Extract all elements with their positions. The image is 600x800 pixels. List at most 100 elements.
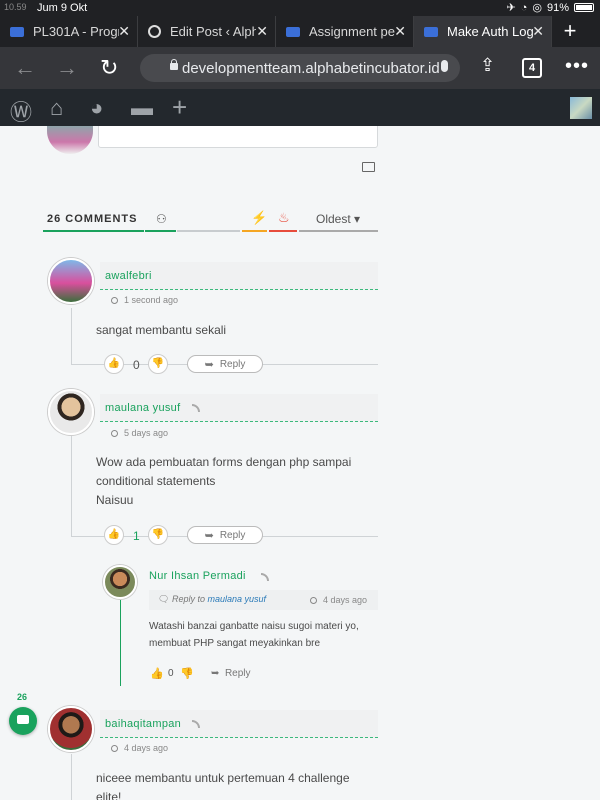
vote-count: 0 — [133, 358, 140, 372]
reload-icon[interactable]: ↻ — [100, 55, 118, 81]
rss-icon — [192, 720, 200, 728]
location-icon: ◎ — [532, 2, 542, 14]
plus-icon[interactable]: + — [172, 92, 187, 123]
reply-button[interactable]: ➥ Reply — [211, 668, 251, 679]
comment-text: Wow ada pembuatan forms dengan php sampa… — [96, 453, 351, 510]
reply-arrow-icon: ➥ — [204, 529, 214, 542]
text-line: Naisuu — [96, 493, 134, 507]
battery-icon — [574, 3, 594, 12]
share-icon[interactable]: ⇪ — [480, 55, 495, 76]
text-line: conditional statements — [96, 474, 216, 488]
comment-icon[interactable]: ▬ — [131, 95, 153, 121]
tab-strip: PL301A - Progra ✕ Edit Post ‹ Alpha ✕ As… — [0, 16, 600, 47]
close-icon[interactable]: ✕ — [256, 23, 268, 40]
reply-to-text: Reply to — [171, 594, 205, 604]
comment-author[interactable]: maulana yusuf — [105, 402, 180, 414]
comment-time[interactable]: 4 days ago — [111, 743, 168, 753]
reply-arrow-icon: ➥ — [204, 358, 214, 371]
tab-underline — [269, 230, 297, 232]
status-icons: ✈ ◔ ◎ 91% — [506, 1, 594, 14]
tab-switcher-button[interactable]: 4 — [522, 58, 542, 78]
comment-text: sangat membantu sekali — [96, 323, 227, 337]
close-icon[interactable]: ✕ — [532, 23, 544, 40]
fire-icon[interactable]: ♨ — [278, 210, 290, 226]
clock-icon — [310, 597, 317, 604]
comment-textarea[interactable] — [98, 126, 378, 148]
home-icon[interactable]: ⌂ — [50, 95, 63, 121]
dashboard-icon[interactable]: ◕ — [90, 95, 103, 121]
avatar — [48, 389, 94, 435]
sort-select[interactable]: Oldest ▾ — [316, 212, 360, 226]
wordpress-icon[interactable]: Ⓦ — [10, 95, 32, 127]
comment-time[interactable]: 4 days ago — [310, 595, 367, 605]
downvote-icon[interactable]: 👎 — [148, 354, 168, 374]
more-menu-icon[interactable]: ••• — [565, 55, 589, 78]
comment-author[interactable]: baihaqitampan — [105, 718, 181, 730]
thread-line — [71, 436, 72, 536]
reply-arrow-icon: ➥ — [211, 668, 220, 679]
comment-text: Watashi banzai ganbatte naisu sugoi mate… — [149, 618, 359, 652]
time-text: 4 days ago — [323, 595, 368, 605]
browser-tab-2[interactable]: Edit Post ‹ Alpha ✕ — [138, 16, 276, 47]
comment-time[interactable]: 5 days ago — [111, 428, 168, 438]
comments-header: 26 COMMENTS ⚇ ⚡ ♨ Oldest ▾ — [43, 210, 378, 234]
reply-to-link[interactable]: maulana yusuf — [208, 594, 267, 604]
image-upload-icon[interactable] — [362, 162, 375, 172]
text-line: niceee membantu untuk pertemuan 4 challe… — [96, 771, 350, 785]
bolt-icon[interactable]: ⚡ — [251, 210, 267, 226]
clock-icon — [111, 430, 118, 437]
comment-author[interactable]: Nur Ihsan Permadi — [149, 570, 246, 582]
page-content: 26 COMMENTS ⚇ ⚡ ♨ Oldest ▾ awalfebri 1 s… — [0, 126, 600, 800]
avatar — [103, 565, 137, 599]
comment-header: awalfebri — [100, 262, 378, 290]
battery-percent: 91% — [546, 1, 569, 14]
reply-label: Reply — [219, 358, 246, 370]
avatar — [48, 258, 94, 304]
forward-icon[interactable]: → — [56, 55, 78, 81]
upvote-icon[interactable]: 👍 — [150, 667, 164, 680]
avatar[interactable] — [570, 97, 592, 119]
reply-label: Reply — [224, 668, 251, 679]
divider — [177, 230, 240, 232]
alphabet-icon — [424, 26, 438, 37]
downvote-icon[interactable]: 👎 — [180, 667, 194, 680]
address-bar[interactable]: developmentteam.alphabetincubator.id — [140, 54, 460, 82]
text-line: elite! — [96, 790, 122, 800]
back-icon[interactable]: ← — [14, 55, 36, 81]
tab-underline — [242, 230, 267, 232]
rss-icon — [192, 404, 200, 412]
wp-admin-bar: Ⓦ ⌂ ◕ ▬ + — [0, 89, 600, 126]
reply-button[interactable]: ➥ Reply — [187, 526, 263, 544]
avatar — [47, 126, 93, 154]
downvote-icon[interactable]: 👎 — [148, 525, 168, 545]
comment-header: baihaqitampan — [100, 710, 378, 738]
upvote-icon[interactable]: 👍 — [104, 354, 124, 374]
reply-button[interactable]: ➥ Reply — [187, 355, 263, 373]
browser-tab-3[interactable]: Assignment pert ✕ — [276, 16, 414, 47]
comment-text: niceee membantu untuk pertemuan 4 challe… — [96, 769, 350, 800]
vote-count: 0 — [168, 668, 174, 679]
browser-tab-1[interactable]: PL301A - Progra ✕ — [0, 16, 138, 47]
comment-header: maulana yusuf — [100, 394, 378, 422]
comment-author[interactable]: awalfebri — [105, 270, 152, 282]
thread-line — [71, 308, 72, 364]
tab-title: Make Auth Login — [447, 24, 533, 39]
tab-underline — [43, 230, 144, 232]
alphabet-icon — [10, 26, 24, 37]
new-tab-button[interactable]: + — [552, 16, 588, 47]
url-text: developmentteam.alphabetincubator.id — [182, 59, 440, 77]
close-icon[interactable]: ✕ — [394, 23, 406, 40]
comment-time[interactable]: 1 second ago — [111, 295, 178, 305]
reply-label: Reply — [219, 529, 246, 541]
users-icon[interactable]: ⚇ — [156, 212, 167, 226]
tab-underline — [145, 230, 176, 232]
sort-label: Oldest — [316, 212, 351, 226]
time-text: 1 second ago — [124, 295, 179, 305]
browser-tab-4[interactable]: Make Auth Login ✕ — [414, 16, 552, 47]
lock-icon — [170, 59, 178, 70]
mic-icon[interactable] — [441, 60, 448, 72]
tab-title: Edit Post ‹ Alpha — [170, 24, 256, 39]
upvote-icon[interactable]: 👍 — [104, 525, 124, 545]
comments-fab-button[interactable] — [9, 707, 37, 735]
close-icon[interactable]: ✕ — [118, 23, 130, 40]
